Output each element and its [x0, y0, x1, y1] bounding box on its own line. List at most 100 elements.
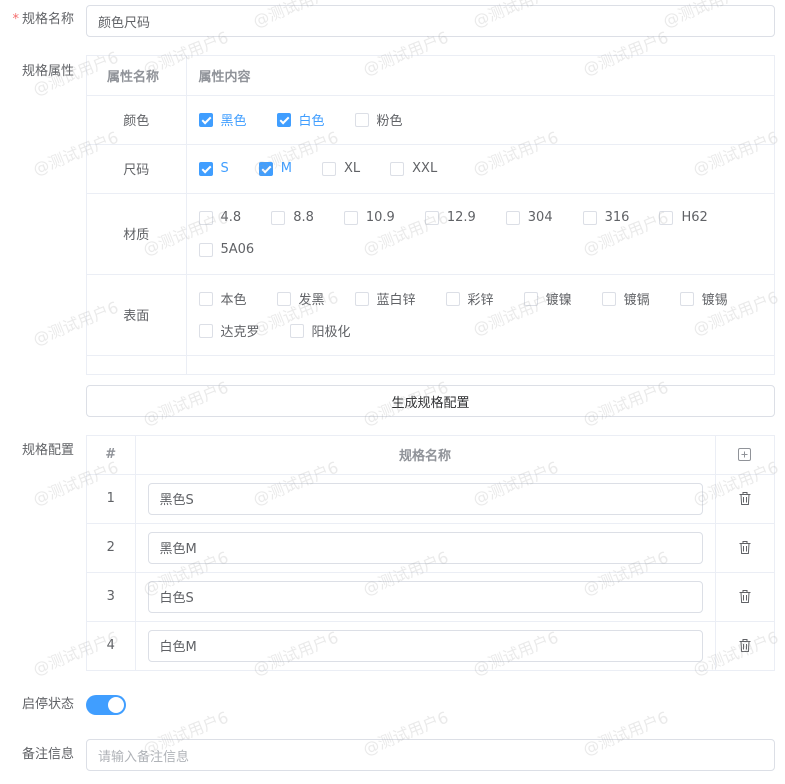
- checkbox-checked-icon[interactable]: [198, 112, 213, 127]
- add-row-button[interactable]: [715, 436, 774, 475]
- attr-options: [186, 355, 774, 374]
- plus-square-icon[interactable]: [738, 448, 752, 462]
- attr-option-checkbox[interactable]: 黑色: [198, 104, 247, 136]
- attr-option-checkbox[interactable]: 镀镉: [601, 283, 650, 315]
- attr-option-checkbox[interactable]: 316: [582, 202, 629, 234]
- delete-row-button[interactable]: [715, 523, 774, 573]
- required-mark: *: [12, 12, 19, 27]
- trash-icon[interactable]: [739, 541, 751, 554]
- checkbox-unchecked-icon[interactable]: [343, 210, 358, 225]
- trash-icon[interactable]: [739, 639, 751, 653]
- attr-name: [87, 355, 187, 374]
- checkbox-unchecked-icon[interactable]: [582, 210, 597, 225]
- checkbox-unchecked-icon[interactable]: [198, 323, 213, 338]
- attr-option-checkbox[interactable]: 粉色: [354, 104, 403, 136]
- attr-option-checkbox[interactable]: 白色: [276, 104, 325, 136]
- checkbox-unchecked-icon[interactable]: [271, 210, 286, 225]
- attr-option-checkbox[interactable]: 10.9: [343, 202, 395, 234]
- row-index: 2: [87, 523, 136, 573]
- checkbox-unchecked-icon[interactable]: [276, 291, 291, 306]
- attr-option-label: 蓝白锌: [376, 293, 416, 308]
- row-index: 3: [87, 572, 136, 622]
- attr-option-label: 镀镍: [545, 293, 572, 308]
- checkbox-unchecked-icon[interactable]: [505, 210, 520, 225]
- checkbox-checked-icon[interactable]: [198, 161, 213, 176]
- attr-row: 表面 本色 发黑 蓝白锌 彩锌 镀镍 镀镉 镀锡 达克罗 阳极化: [87, 274, 774, 356]
- spec-config-label: 规格配置: [21, 443, 74, 458]
- spec-header-name: 规格名称: [135, 436, 716, 475]
- attr-row: 颜色 黑色 白色 粉色: [87, 95, 774, 145]
- attr-option-checkbox[interactable]: 镀锡: [679, 283, 728, 315]
- attr-option-checkbox[interactable]: 阳极化: [289, 315, 351, 347]
- attr-row-clipped: [87, 355, 774, 374]
- attr-option-checkbox[interactable]: XXL: [390, 153, 437, 185]
- spec-config-table: # 规格名称 1 黑色S 2 黑色M 3 白色S 4 白色M: [86, 435, 775, 671]
- checkbox-unchecked-icon[interactable]: [198, 291, 213, 306]
- spec-row-name-input[interactable]: 黑色S: [147, 482, 703, 515]
- attr-option-checkbox[interactable]: S: [198, 153, 229, 185]
- attr-option-checkbox[interactable]: 发黑: [276, 283, 325, 315]
- delete-row-button[interactable]: [715, 474, 774, 524]
- checkbox-unchecked-icon[interactable]: [198, 210, 213, 225]
- option-list: S M XL XXL: [198, 153, 775, 185]
- spec-name-input[interactable]: 颜色尺码: [86, 5, 775, 37]
- spec-name-label-text: 规格名称: [21, 12, 74, 27]
- checkbox-unchecked-icon[interactable]: [523, 291, 538, 306]
- attr-option-label: 5A06: [220, 242, 255, 257]
- attr-option-checkbox[interactable]: 12.9: [424, 202, 476, 234]
- attr-option-checkbox[interactable]: 彩锌: [445, 283, 494, 315]
- attr-options: 本色 发黑 蓝白锌 彩锌 镀镍 镀镉 镀锡达克罗 阳极化: [186, 274, 774, 356]
- attr-option-checkbox[interactable]: 8.8: [271, 202, 314, 234]
- attr-option-checkbox[interactable]: 304: [505, 202, 553, 234]
- attr-option-checkbox[interactable]: XL: [321, 153, 360, 185]
- checkbox-unchecked-icon[interactable]: [354, 291, 369, 306]
- checkbox-unchecked-icon[interactable]: [424, 210, 439, 225]
- checkbox-unchecked-icon[interactable]: [321, 161, 336, 176]
- attr-name: 材质: [87, 193, 187, 275]
- status-label: 启停状态: [21, 697, 74, 712]
- attr-option-checkbox[interactable]: 5A06: [198, 234, 255, 266]
- spec-row-name-input[interactable]: 白色M: [147, 629, 703, 662]
- checkbox-unchecked-icon[interactable]: [601, 291, 616, 306]
- spec-name-cell: 黑色S: [135, 474, 716, 524]
- checkbox-unchecked-icon[interactable]: [390, 161, 405, 176]
- spec-name-cell: 白色M: [135, 621, 716, 670]
- attr-option-checkbox[interactable]: H62: [659, 202, 708, 234]
- attr-table[interactable]: 属性名称 属性内容 颜色 黑色 白色 粉色 尺码 S M XL XXL 材质 4.8 8.8 10.9 1…: [86, 55, 775, 375]
- checkbox-unchecked-icon[interactable]: [679, 291, 694, 306]
- checkbox-unchecked-icon[interactable]: [445, 291, 460, 306]
- attr-row: 材质 4.8 8.8 10.9 12.9 304 316 H62 5A06: [87, 193, 774, 275]
- checkbox-unchecked-icon[interactable]: [354, 112, 369, 127]
- remark-input[interactable]: 请输入备注信息: [86, 739, 775, 771]
- attr-row: 尺码 S M XL XXL: [87, 144, 775, 194]
- attr-option-label: 本色: [220, 293, 247, 308]
- switch-knob: [108, 697, 124, 713]
- attr-option-label: 304: [527, 210, 553, 225]
- attr-option-label: S: [220, 161, 229, 176]
- spec-row-name-input[interactable]: 黑色M: [147, 531, 703, 564]
- checkbox-unchecked-icon[interactable]: [198, 242, 213, 257]
- checkbox-checked-icon[interactable]: [276, 112, 291, 127]
- trash-icon[interactable]: [739, 492, 751, 505]
- attr-option-checkbox[interactable]: 蓝白锌: [354, 283, 416, 315]
- attr-option-checkbox[interactable]: 4.8: [198, 202, 241, 234]
- generate-spec-button[interactable]: 生成规格配置: [86, 385, 775, 417]
- delete-row-button[interactable]: [715, 621, 774, 670]
- spec-row-name-input[interactable]: 白色S: [147, 580, 703, 613]
- spec-header-index: #: [87, 436, 136, 475]
- checkbox-unchecked-icon[interactable]: [289, 323, 304, 338]
- attr-option-checkbox[interactable]: M: [258, 153, 292, 185]
- checkbox-checked-icon[interactable]: [258, 161, 273, 176]
- checkbox-unchecked-icon[interactable]: [659, 210, 674, 225]
- delete-row-button[interactable]: [715, 572, 774, 622]
- attr-option-checkbox[interactable]: 镀镍: [523, 283, 572, 315]
- attr-name: 颜色: [87, 95, 187, 145]
- status-switch[interactable]: [86, 695, 126, 715]
- trash-icon[interactable]: [739, 590, 751, 603]
- row-index: 1: [87, 474, 136, 524]
- attr-options: 4.8 8.8 10.9 12.9 304 316 H62 5A06: [186, 193, 774, 275]
- attr-option-label: 达克罗: [220, 325, 260, 340]
- attr-option-checkbox[interactable]: 本色: [198, 283, 247, 315]
- attr-option-checkbox[interactable]: 达克罗: [198, 315, 260, 347]
- attr-option-label: 8.8: [293, 210, 314, 225]
